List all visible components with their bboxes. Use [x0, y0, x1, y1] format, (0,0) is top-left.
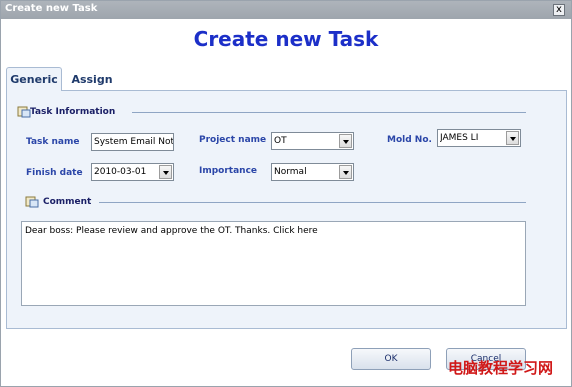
finish-date-picker[interactable]: 2010-03-01 [91, 163, 174, 181]
title-bar[interactable]: Create new Task x [1, 1, 571, 19]
importance-label: Importance [199, 166, 258, 176]
task-info-icon [17, 106, 31, 118]
task-info-divider [132, 112, 526, 113]
chevron-down-icon[interactable] [339, 134, 352, 148]
ok-button[interactable]: OK [351, 348, 431, 370]
project-name-value: OT [274, 136, 287, 146]
close-icon: x [556, 4, 562, 15]
comment-header: Comment [43, 197, 92, 207]
finish-date-label: Finish date [26, 168, 83, 178]
comment-textarea[interactable]: Dear boss: Please review and approve the… [21, 221, 526, 306]
task-name-input[interactable]: System Email Not [91, 133, 174, 151]
header-area: Create new Task [1, 19, 571, 65]
watermark-logo: 电脑教程学习网 [448, 359, 554, 377]
chevron-down-icon[interactable] [159, 165, 172, 179]
mold-no-label: Mold No. [387, 135, 432, 145]
page-title: Create new Task [193, 27, 379, 51]
finish-date-value: 2010-03-01 [94, 167, 147, 177]
generic-panel: Task Information Task name System Email … [6, 90, 567, 329]
tab-generic[interactable]: Generic [6, 67, 62, 91]
mold-no-value: JAMES LI [440, 133, 479, 143]
close-button[interactable]: x [553, 4, 565, 16]
task-name-label: Task name [26, 137, 80, 147]
project-name-select[interactable]: OT [271, 132, 354, 150]
project-name-label: Project name [199, 135, 267, 145]
comment-icon [25, 196, 39, 208]
chevron-down-icon[interactable] [339, 165, 352, 179]
chevron-down-icon[interactable] [506, 131, 519, 145]
dialog-window: Create new Task x Create new Task Generi… [0, 0, 572, 387]
importance-select[interactable]: Normal [271, 163, 354, 181]
mold-no-select[interactable]: JAMES LI [437, 129, 521, 147]
tab-assign[interactable]: Assign [67, 68, 117, 90]
window-title: Create new Task [5, 3, 98, 14]
task-info-header: Task Information [30, 107, 116, 117]
comment-divider [99, 202, 526, 203]
importance-value: Normal [274, 167, 307, 177]
